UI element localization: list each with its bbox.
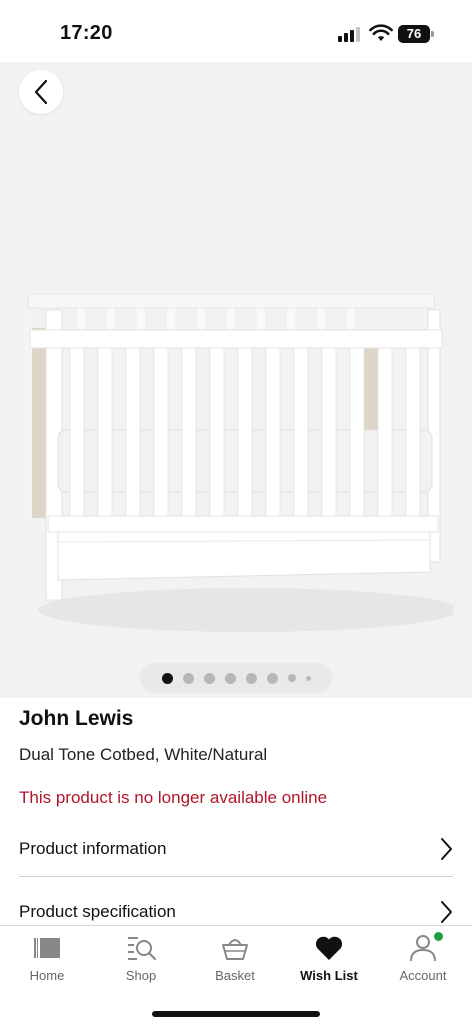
row-label: Product information (19, 838, 167, 858)
tab-label: Home (29, 968, 65, 983)
pager-dot[interactable] (245, 672, 257, 684)
pager-dot[interactable] (182, 672, 194, 684)
cellular-signal-icon (338, 26, 362, 42)
notification-badge (434, 932, 443, 941)
clock: 17:20 (60, 22, 113, 44)
account-icon (407, 932, 443, 963)
tab-home[interactable]: Home (0, 926, 94, 996)
pager-dot[interactable] (305, 675, 311, 681)
tab-wish-list[interactable]: Wish List (282, 926, 376, 996)
tab-label: Account (399, 968, 447, 983)
tab-basket[interactable]: Basket (188, 926, 282, 996)
wifi-icon (369, 24, 393, 41)
status-bar: 17:20 76 (0, 0, 472, 62)
tab-label: Wish List (300, 968, 358, 983)
chevron-right-icon (441, 901, 452, 923)
row-label: Product specification (19, 902, 176, 921)
pager-dot-active[interactable] (161, 672, 173, 684)
tab-label: Shop (125, 968, 157, 983)
availability-message: This product is no longer available onli… (19, 788, 328, 807)
product-title: Dual Tone Cotbed, White/Natural (19, 745, 268, 764)
battery-level: 76 (398, 25, 430, 43)
heart-icon (313, 933, 345, 963)
pager-dot[interactable] (287, 674, 296, 682)
chevron-left-icon (34, 79, 48, 105)
product-brand[interactable]: John Lewis (19, 707, 133, 731)
product-image-gallery[interactable] (0, 62, 472, 698)
home-indicator[interactable] (152, 1011, 320, 1017)
search-icon (125, 933, 157, 963)
cotbed-product-image (22, 293, 454, 632)
chevron-right-icon (441, 837, 452, 860)
image-pager[interactable] (140, 663, 332, 693)
pager-dot[interactable] (203, 672, 215, 684)
tab-account[interactable]: Account (376, 926, 470, 996)
tab-label: Basket (215, 968, 255, 983)
home-icon (31, 933, 63, 963)
tab-shop[interactable]: Shop (94, 926, 188, 996)
pager-dot[interactable] (266, 672, 278, 684)
pager-dot[interactable] (224, 672, 236, 684)
back-button[interactable] (19, 70, 63, 114)
product-information-row[interactable]: Product information (19, 821, 453, 877)
basket-icon (219, 933, 251, 963)
bottom-tab-bar: Home Shop Basket Wish List Account (0, 925, 472, 1024)
battery-icon: 76 (398, 25, 434, 43)
